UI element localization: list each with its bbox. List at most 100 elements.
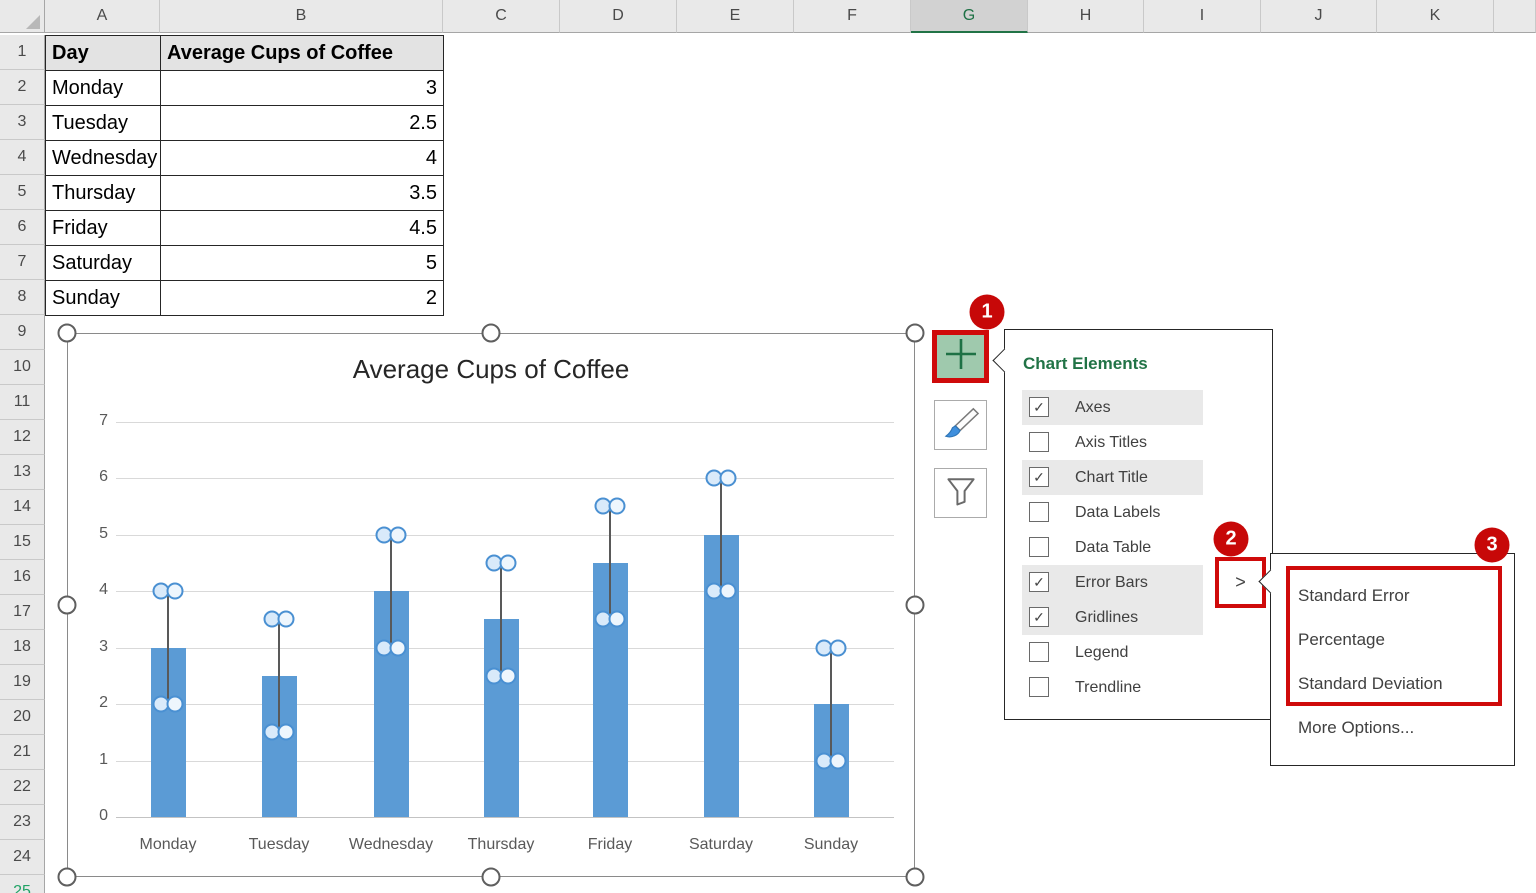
error-bar-handle[interactable]	[167, 583, 184, 600]
y-axis-label-5[interactable]: 5	[74, 525, 108, 543]
table-cell-value[interactable]: 4	[160, 140, 444, 176]
row-header-18[interactable]: 18	[0, 630, 45, 665]
table-cell-value[interactable]: 4.5	[160, 210, 444, 246]
column-header-J[interactable]: J	[1261, 0, 1377, 33]
column-header-E[interactable]: E	[677, 0, 794, 33]
submenu-item-standard-error[interactable]: Standard Error	[1298, 574, 1410, 618]
x-axis-label-friday[interactable]: Friday	[550, 836, 670, 854]
chart-resize-handle[interactable]	[58, 596, 77, 615]
checkbox-axes[interactable]: ✓	[1029, 397, 1049, 417]
chart-resize-handle[interactable]	[906, 324, 925, 343]
chart-elements-button[interactable]	[932, 330, 989, 383]
error-bar-wednesday[interactable]	[390, 535, 392, 648]
error-bar-sunday[interactable]	[830, 648, 832, 761]
column-header-D[interactable]: D	[560, 0, 677, 33]
row-header-20[interactable]: 20	[0, 700, 45, 735]
row-header-24[interactable]: 24	[0, 840, 45, 875]
column-header-G[interactable]: G	[911, 0, 1028, 33]
chart-resize-handle[interactable]	[482, 868, 501, 887]
row-header-13[interactable]: 13	[0, 455, 45, 490]
error-bars-expand-button[interactable]: >	[1215, 557, 1266, 608]
x-axis-label-monday[interactable]: Monday	[108, 836, 228, 854]
row-header-22[interactable]: 22	[0, 770, 45, 805]
chart-object[interactable]: Average Cups of Coffee 01234567MondayTue…	[67, 333, 915, 877]
submenu-item-more-options-[interactable]: More Options...	[1298, 706, 1414, 750]
table-cell-day[interactable]: Thursday	[45, 175, 161, 211]
table-header-day[interactable]: Day	[45, 35, 161, 71]
table-cell-value[interactable]: 5	[160, 245, 444, 281]
row-header-17[interactable]: 17	[0, 595, 45, 630]
x-axis-label-sunday[interactable]: Sunday	[771, 836, 891, 854]
row-header-10[interactable]: 10	[0, 350, 45, 385]
error-bar-handle[interactable]	[609, 611, 626, 628]
error-bar-handle[interactable]	[720, 583, 737, 600]
chart-resize-handle[interactable]	[482, 324, 501, 343]
x-axis-label-tuesday[interactable]: Tuesday	[219, 836, 339, 854]
row-header-19[interactable]: 19	[0, 665, 45, 700]
error-bar-handle[interactable]	[390, 639, 407, 656]
x-axis-label-wednesday[interactable]: Wednesday	[331, 836, 451, 854]
error-bar-handle[interactable]	[278, 724, 295, 741]
row-header-16[interactable]: 16	[0, 560, 45, 595]
table-cell-day[interactable]: Sunday	[45, 280, 161, 316]
error-bar-handle[interactable]	[830, 639, 847, 656]
error-bar-thursday[interactable]	[500, 563, 502, 676]
error-bar-handle[interactable]	[278, 611, 295, 628]
chart-element-item-trendline[interactable]: Trendline	[1005, 670, 1272, 705]
column-header-H[interactable]: H	[1028, 0, 1144, 33]
table-cell-day[interactable]: Friday	[45, 210, 161, 246]
chart-styles-button[interactable]	[934, 400, 987, 450]
row-header-5[interactable]: 5	[0, 175, 45, 210]
column-header-A[interactable]: A	[45, 0, 160, 33]
x-axis-label-saturday[interactable]: Saturday	[661, 836, 781, 854]
chart-resize-handle[interactable]	[906, 868, 925, 887]
error-bar-handle[interactable]	[390, 526, 407, 543]
table-cell-value[interactable]: 2.5	[160, 105, 444, 141]
checkbox-data-table[interactable]	[1029, 537, 1049, 557]
chart-element-item-legend[interactable]: Legend	[1005, 635, 1272, 670]
row-header-21[interactable]: 21	[0, 735, 45, 770]
column-header-C[interactable]: C	[443, 0, 560, 33]
row-header-6[interactable]: 6	[0, 210, 45, 245]
submenu-item-standard-deviation[interactable]: Standard Deviation	[1298, 662, 1443, 706]
row-header-23[interactable]: 23	[0, 805, 45, 840]
chart-resize-handle[interactable]	[58, 324, 77, 343]
checkbox-axis-titles[interactable]	[1029, 432, 1049, 452]
error-bar-monday[interactable]	[167, 591, 169, 704]
chart-filters-button[interactable]	[934, 468, 987, 518]
chart-resize-handle[interactable]	[58, 868, 77, 887]
checkbox-legend[interactable]	[1029, 642, 1049, 662]
y-axis-label-3[interactable]: 3	[74, 638, 108, 656]
error-bar-saturday[interactable]	[720, 478, 722, 591]
row-header-7[interactable]: 7	[0, 245, 45, 280]
y-axis-label-6[interactable]: 6	[74, 468, 108, 486]
y-axis-label-4[interactable]: 4	[74, 581, 108, 599]
chart-element-item-axes[interactable]: ✓Axes	[1005, 390, 1272, 425]
column-header-F[interactable]: F	[794, 0, 911, 33]
row-header-15[interactable]: 15	[0, 525, 45, 560]
column-header-B[interactable]: B	[160, 0, 443, 33]
row-header-12[interactable]: 12	[0, 420, 45, 455]
row-header-25[interactable]: 25	[0, 875, 45, 893]
checkbox-chart-title[interactable]: ✓	[1029, 467, 1049, 487]
select-all-corner[interactable]	[0, 0, 45, 33]
error-bar-tuesday[interactable]	[278, 619, 280, 732]
row-header-8[interactable]: 8	[0, 280, 45, 315]
y-axis-label-1[interactable]: 1	[74, 751, 108, 769]
row-header-4[interactable]: 4	[0, 140, 45, 175]
chart-element-item-axis-titles[interactable]: Axis Titles	[1005, 425, 1272, 460]
checkbox-gridlines[interactable]: ✓	[1029, 607, 1049, 627]
column-header-K[interactable]: K	[1377, 0, 1494, 33]
checkbox-error-bars[interactable]: ✓	[1029, 572, 1049, 592]
checkbox-trendline[interactable]	[1029, 677, 1049, 697]
error-bar-friday[interactable]	[609, 506, 611, 619]
table-header-average-cups[interactable]: Average Cups of Coffee	[160, 35, 444, 71]
error-bar-handle[interactable]	[167, 696, 184, 713]
error-bar-handle[interactable]	[720, 470, 737, 487]
row-header-3[interactable]: 3	[0, 105, 45, 140]
x-axis-label-thursday[interactable]: Thursday	[441, 836, 561, 854]
row-header-2[interactable]: 2	[0, 70, 45, 105]
error-bar-handle[interactable]	[500, 554, 517, 571]
table-cell-day[interactable]: Monday	[45, 70, 161, 106]
error-bar-handle[interactable]	[609, 498, 626, 515]
